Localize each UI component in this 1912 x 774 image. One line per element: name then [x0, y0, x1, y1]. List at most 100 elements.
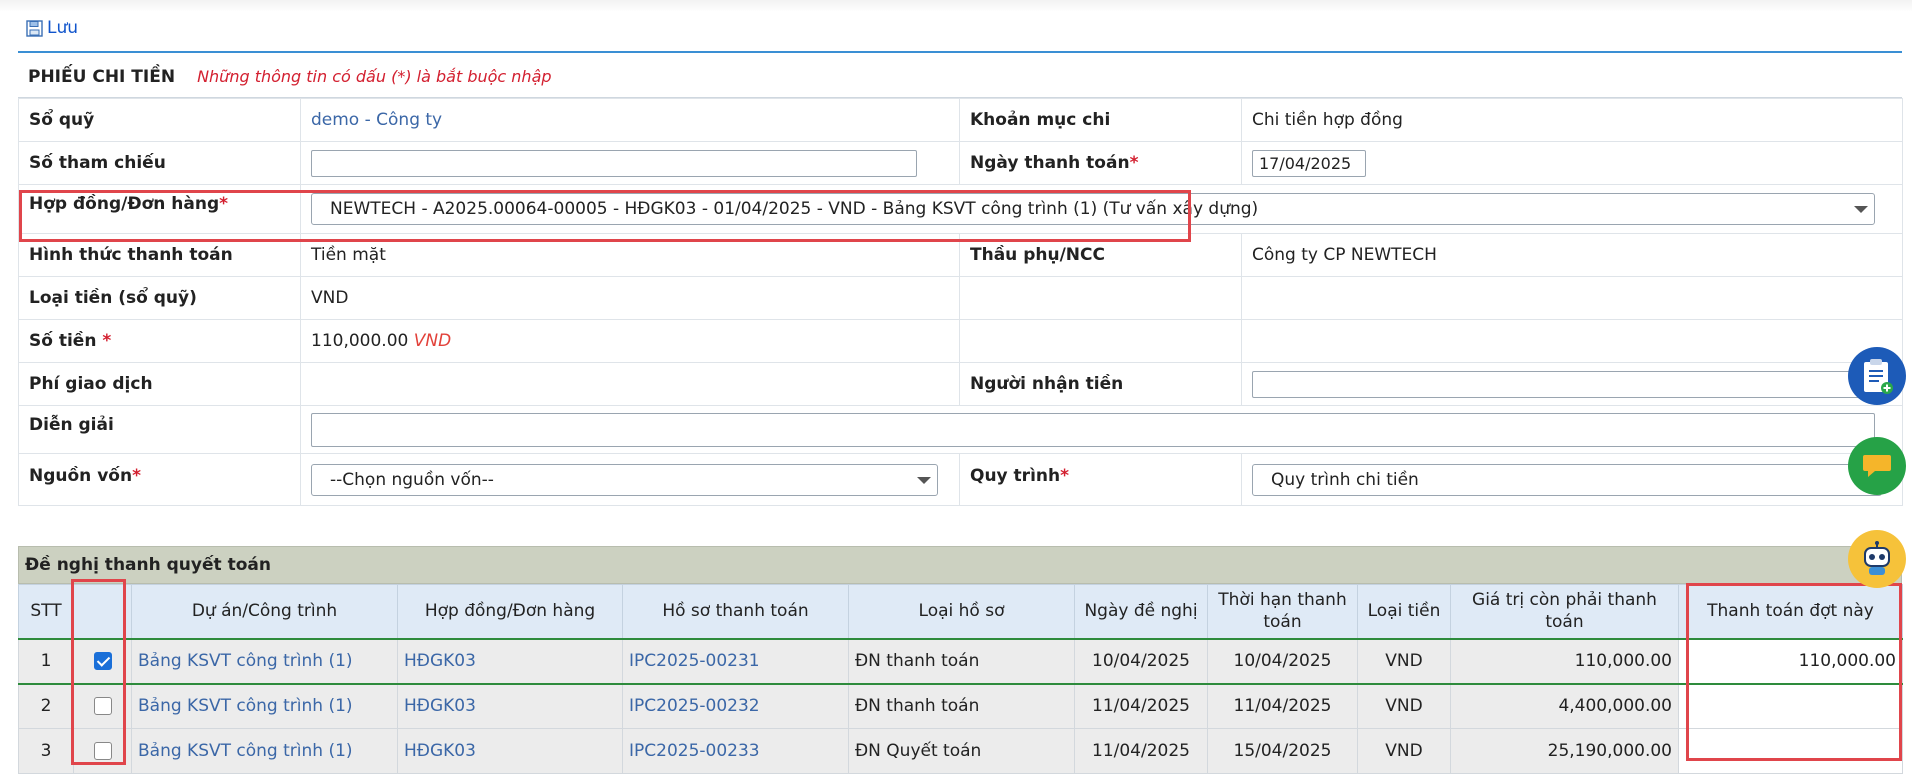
row-thoi-han: 15/04/2025 [1207, 728, 1358, 774]
hinh-thuc-value: Tiền mặt [300, 233, 960, 277]
empty-cell [959, 319, 1242, 363]
dien-giai-input[interactable] [311, 412, 1875, 447]
row-du-an-link[interactable]: Bảng KSVT công trình (1) [138, 741, 353, 761]
checkbox-unchecked[interactable] [93, 742, 112, 760]
row-gia-tri-con: 4,400,000.00 [1450, 683, 1679, 729]
row-loai-ho-so: ĐN thanh toán [848, 683, 1075, 729]
robot-icon[interactable] [1848, 530, 1906, 588]
row-ngay-de-nghi: 11/04/2025 [1074, 728, 1208, 774]
row-checkbox[interactable] [73, 683, 132, 729]
so-quy-value[interactable]: demo - Công ty [311, 110, 442, 130]
row-thanh-toan-input[interactable]: 110,000.00 [1678, 637, 1903, 685]
hop-dong-select[interactable]: NEWTECH - A2025.00064-00005 - HĐGK03 - 0… [311, 193, 1875, 225]
so-tien-value: 110,000.00 VND [300, 319, 960, 363]
row-ho-so-link[interactable]: IPC2025-00232 [629, 696, 760, 716]
row-loai-tien: VND [1357, 637, 1451, 685]
nguon-von-select[interactable]: --Chọn nguồn vốn-- [311, 463, 938, 496]
page-title: PHIẾU CHI TIỀN [28, 66, 176, 87]
nguoi-nhan-input[interactable] [1252, 370, 1882, 398]
col-header-ho-so[interactable]: Hồ sơ thanh toán [622, 584, 849, 639]
table-row[interactable]: 2 Bảng KSVT công trình (1) HĐGK03 IPC202… [18, 683, 1903, 729]
row-loai-tien: VND [1357, 683, 1451, 729]
quy-trinh-value: Quy trình chi tiền [1271, 469, 1419, 490]
nguon-von-value: --Chọn nguồn vốn-- [330, 469, 494, 490]
col-header-gia-tri-con[interactable]: Giá trị còn phải thanh toán [1450, 584, 1679, 639]
hop-dong-value: NEWTECH - A2025.00064-00005 - HĐGK03 - 0… [330, 199, 1259, 219]
row-checkbox[interactable] [73, 728, 132, 774]
row-hop-dong-link[interactable]: HĐGK03 [404, 696, 476, 716]
row-checkbox[interactable] [73, 637, 132, 685]
table-row[interactable]: 1 Bảng KSVT công trình (1) HĐGK03 IPC202… [18, 637, 1903, 685]
form-title-row: PHIẾU CHI TIỀN Những thông tin có dấu (*… [18, 56, 1902, 98]
col-header-select [73, 584, 132, 639]
chevron-down-icon [1854, 206, 1868, 213]
loai-tien-value: VND [300, 276, 960, 320]
chevron-down-icon [917, 476, 931, 484]
phi-giao-dich-label: Phí giao dịch [18, 362, 301, 406]
row-thoi-han: 10/04/2025 [1207, 637, 1358, 685]
thau-phu-value: Công ty CP NEWTECH [1241, 233, 1903, 277]
empty-cell [959, 276, 1242, 320]
empty-cell [1241, 319, 1903, 363]
row-ngay-de-nghi: 10/04/2025 [1074, 637, 1208, 685]
khoan-muc-chi-label: Khoản mục chi [959, 98, 1242, 142]
col-header-stt: STT [18, 584, 74, 639]
col-header-loai-tien[interactable]: Loại tiền [1357, 584, 1451, 639]
row-thanh-toan-input[interactable] [1678, 728, 1903, 774]
nguon-von-label: Nguồn vốn* [18, 453, 301, 506]
ngay-thanh-toan-input[interactable] [1252, 149, 1366, 177]
col-header-loai-ho-so[interactable]: Loại hồ sơ [848, 584, 1075, 639]
settlement-table: STT Dự án/Công trình Hợp đồng/Đơn hàng H… [18, 584, 1903, 774]
dien-giai-label: Diễn giải [18, 405, 301, 454]
table-row[interactable]: 3 Bảng KSVT công trình (1) HĐGK03 IPC202… [18, 728, 1903, 774]
loai-tien-label: Loại tiền (sổ quỹ) [18, 276, 301, 320]
row-ngay-de-nghi: 11/04/2025 [1074, 683, 1208, 729]
row-ho-so-link[interactable]: IPC2025-00233 [629, 741, 760, 761]
checkbox-unchecked[interactable] [93, 697, 112, 716]
empty-cell [1241, 276, 1903, 320]
required-note: Những thông tin có dấu (*) là bắt buộc n… [197, 67, 552, 86]
col-header-ngay-de-nghi[interactable]: Ngày đề nghị [1074, 584, 1208, 639]
save-button[interactable]: Lưu [26, 16, 78, 40]
checkbox-checked[interactable] [93, 652, 112, 670]
row-thanh-toan-input[interactable] [1678, 683, 1903, 729]
hinh-thuc-label: Hình thức thanh toán [18, 233, 301, 277]
ngay-thanh-toan-label: Ngày thanh toán* [959, 141, 1242, 185]
top-toolbar: Lưu [0, 0, 1912, 55]
row-thoi-han: 11/04/2025 [1207, 683, 1358, 729]
chat-icon[interactable] [1848, 437, 1906, 495]
clipboard-add-icon[interactable] [1848, 347, 1906, 405]
so-tien-label: Số tiền * [18, 319, 301, 363]
row-stt: 3 [18, 728, 74, 774]
row-du-an-link[interactable]: Bảng KSVT công trình (1) [138, 696, 353, 716]
section-title: Đề nghị thanh quyết toán [18, 546, 1902, 584]
hop-dong-label: Hợp đồng/Đơn hàng* [18, 184, 301, 234]
row-gia-tri-con: 110,000.00 [1450, 637, 1679, 685]
so-quy-label: Sổ quỹ [18, 98, 301, 142]
row-du-an-link[interactable]: Bảng KSVT công trình (1) [138, 651, 353, 671]
save-icon [26, 19, 43, 37]
so-tham-chieu-input[interactable] [311, 149, 917, 177]
row-loai-ho-so: ĐN Quyết toán [848, 728, 1075, 774]
row-loai-ho-so: ĐN thanh toán [848, 637, 1075, 685]
row-ho-so-link[interactable]: IPC2025-00231 [629, 651, 760, 671]
thau-phu-label: Thầu phụ/NCC [959, 233, 1242, 277]
col-header-thanh-toan-dot-nay[interactable]: Thanh toán đợt này [1678, 584, 1903, 639]
row-hop-dong-link[interactable]: HĐGK03 [404, 651, 476, 671]
col-header-hop-dong[interactable]: Hợp đồng/Đơn hàng [397, 584, 623, 639]
row-hop-dong-link[interactable]: HĐGK03 [404, 741, 476, 761]
quy-trinh-select[interactable]: Quy trình chi tiền [1252, 463, 1882, 496]
khoan-muc-chi-value: Chi tiền hợp đồng [1241, 98, 1903, 142]
col-header-thoi-han[interactable]: Thời hạn thanh toán [1207, 584, 1358, 639]
nguoi-nhan-label: Người nhận tiền [959, 362, 1242, 406]
col-header-du-an[interactable]: Dự án/Công trình [131, 584, 398, 639]
row-loai-tien: VND [1357, 728, 1451, 774]
row-stt: 2 [18, 683, 74, 729]
payment-form: Sổ quỹ demo - Công ty Khoản mục chi Chi … [18, 98, 1903, 506]
so-tien-currency: VND [413, 331, 452, 351]
table-header-row: STT Dự án/Công trình Hợp đồng/Đơn hàng H… [18, 584, 1903, 639]
so-tham-chieu-label: Số tham chiếu [18, 141, 301, 185]
quy-trinh-label: Quy trình* [959, 453, 1242, 506]
row-gia-tri-con: 25,190,000.00 [1450, 728, 1679, 774]
phi-giao-dich-value [300, 362, 960, 406]
